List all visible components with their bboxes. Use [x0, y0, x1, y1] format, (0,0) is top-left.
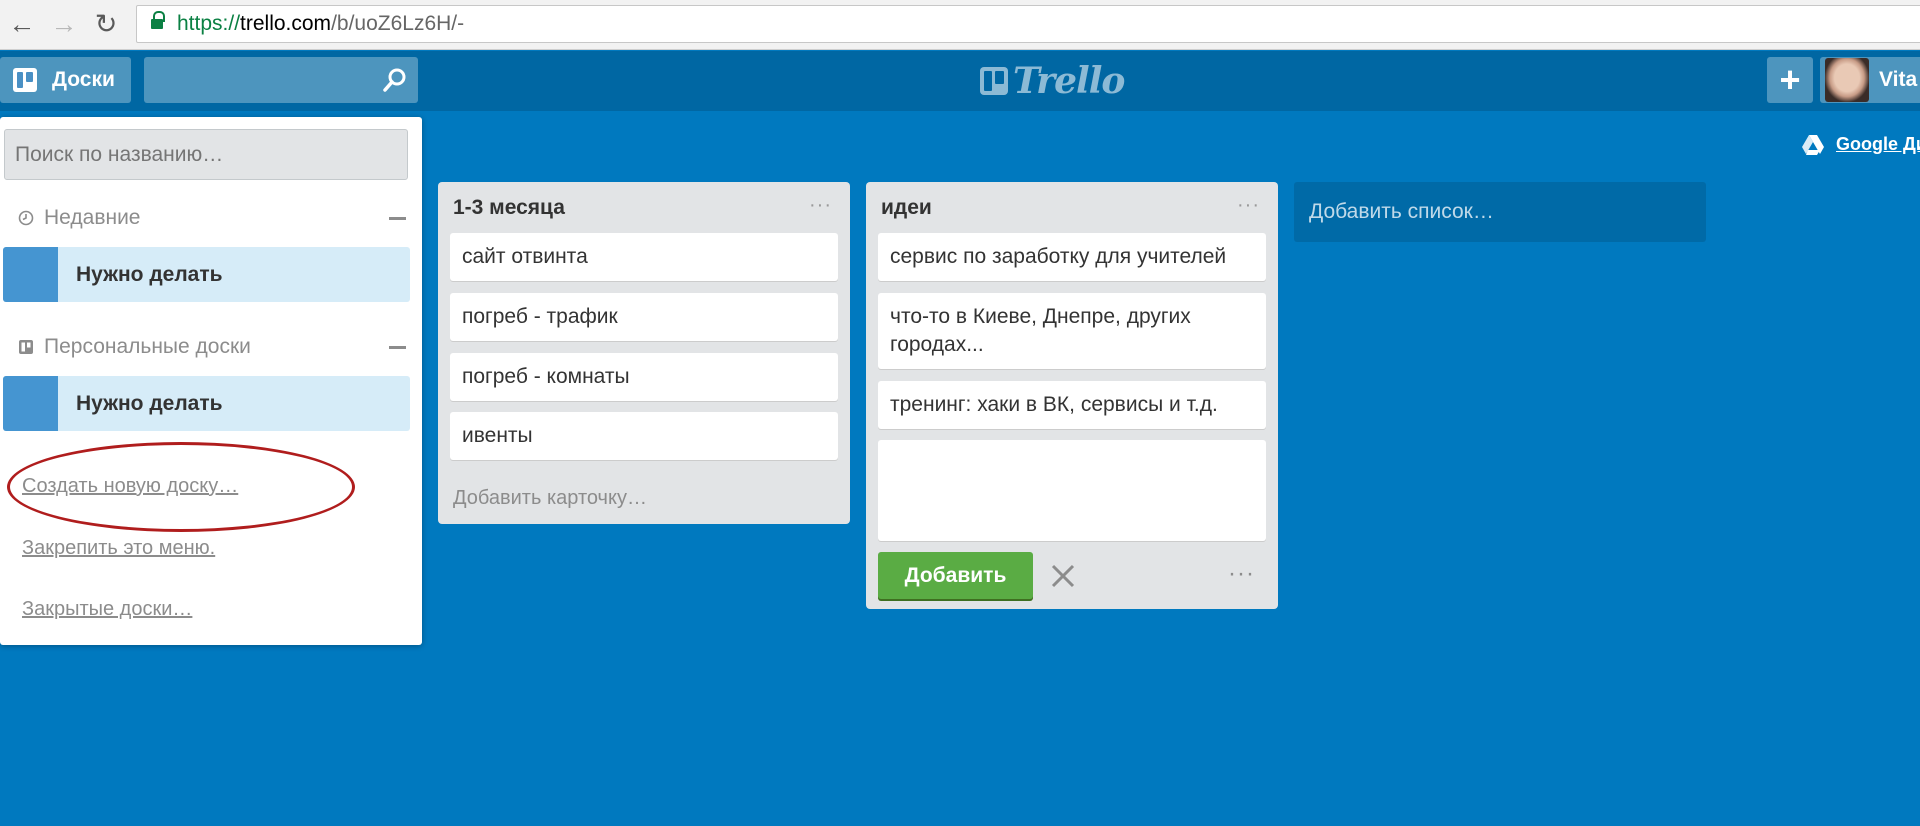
recent-board-item[interactable]: Нужно делать [3, 247, 410, 302]
address-bar[interactable]: https://trello.com/b/uoZ6Lz6H/- [136, 5, 1920, 43]
browser-toolbar: ← → ↻ https://trello.com/b/uoZ6Lz6H/- [0, 0, 1920, 50]
card-composer-textarea[interactable] [878, 440, 1266, 541]
recent-section-title: Недавние [44, 206, 141, 229]
trello-logo[interactable]: Trello [980, 60, 1125, 102]
list-ideas: идеи ··· сервис по заработку для учителе… [866, 182, 1278, 609]
list-title[interactable]: 1-3 месяца [453, 196, 565, 220]
add-card-button[interactable]: Добавить [878, 552, 1033, 599]
collapse-recent-icon[interactable] [389, 217, 406, 220]
forward-arrow-icon[interactable]: → [47, 7, 81, 41]
url-scheme: https:// [177, 12, 241, 35]
trello-header: Доски Trello + Vita [0, 51, 1920, 111]
lock-icon [151, 11, 165, 31]
url-host: trello.com [240, 12, 332, 35]
url-path: /b/uoZ6Lz6H/- [331, 12, 465, 35]
list-card[interactable]: погреб - комнаты [450, 353, 838, 401]
board-color-swatch [3, 247, 58, 302]
add-card-link[interactable]: Добавить карточку… [453, 487, 647, 510]
board-search-input[interactable] [4, 129, 408, 180]
google-drive-link[interactable]: Google Ди [1802, 134, 1920, 155]
collapse-personal-icon[interactable] [389, 346, 406, 349]
list-card[interactable]: ивенты [450, 412, 838, 460]
board-icon [13, 68, 37, 92]
clock-icon [18, 210, 34, 226]
back-arrow-icon[interactable]: ← [5, 7, 39, 41]
search-icon[interactable] [382, 67, 408, 93]
board-small-icon [19, 340, 33, 354]
google-drive-icon [1802, 134, 1824, 155]
member-name: Vita [1879, 68, 1918, 91]
pin-menu-link[interactable]: Закрепить это меню. [22, 537, 215, 560]
list-card[interactable]: что-то в Киеве, Днепре, других городах..… [878, 293, 1266, 369]
boards-drawer: Недавние Нужно делать Персональные доски… [0, 117, 422, 645]
member-menu-button[interactable]: Vita [1820, 57, 1920, 103]
list-title[interactable]: идеи [881, 196, 932, 220]
boards-button-label: Доски [52, 68, 115, 91]
list-card[interactable]: сервис по заработку для учителей [878, 233, 1266, 281]
list-card[interactable]: сайт отвинта [450, 233, 838, 281]
list-card[interactable]: погреб - трафик [450, 293, 838, 341]
header-search-input[interactable] [144, 57, 418, 103]
list-card[interactable]: тренинг: хаки в ВК, сервисы и т.д. [878, 381, 1266, 429]
personal-board-item[interactable]: Нужно делать [3, 376, 410, 431]
recent-board-name: Нужно делать [76, 262, 223, 286]
board-color-swatch [3, 376, 58, 431]
trello-logo-icon [980, 67, 1008, 95]
list-menu-icon[interactable]: ··· [809, 195, 832, 215]
trello-logo-text: Trello [1013, 60, 1125, 102]
google-drive-label: Google Ди [1836, 134, 1920, 154]
close-icon[interactable] [1049, 562, 1077, 590]
card-options-icon[interactable]: ··· [1228, 560, 1255, 588]
closed-boards-link[interactable]: Закрытые доски… [22, 598, 192, 621]
personal-section-header[interactable]: Персональные доски [18, 334, 414, 360]
add-list-button[interactable]: Добавить список… [1294, 182, 1706, 242]
add-button[interactable]: + [1767, 57, 1813, 103]
avatar [1825, 58, 1869, 102]
list-menu-icon[interactable]: ··· [1237, 195, 1260, 215]
recent-section-header[interactable]: Недавние [18, 205, 414, 231]
list-1-3-months: 1-3 месяца ··· сайт отвинта погреб - тра… [438, 182, 850, 524]
highlight-ellipse [7, 442, 355, 532]
boards-button[interactable]: Доски [0, 57, 131, 103]
personal-board-name: Нужно делать [76, 391, 223, 415]
personal-section-title: Персональные доски [44, 335, 251, 358]
reload-icon[interactable]: ↻ [89, 7, 123, 41]
